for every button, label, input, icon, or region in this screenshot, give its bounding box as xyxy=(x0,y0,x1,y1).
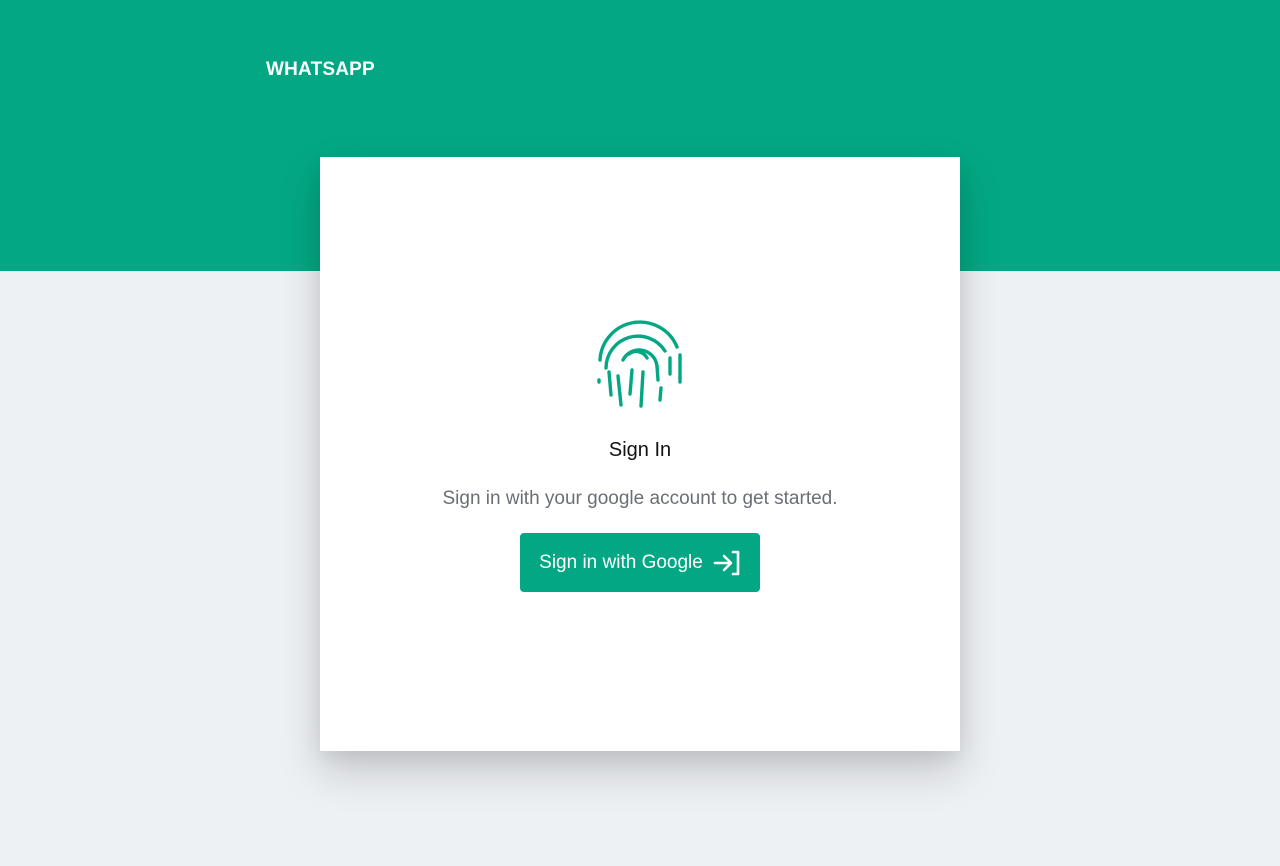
login-page: WHATSAPP Sign In Sign in with your googl… xyxy=(0,0,1280,866)
sign-in-with-google-label: Sign in with Google xyxy=(539,551,703,573)
sign-in-title: Sign In xyxy=(608,439,672,461)
sign-in-subtitle: Sign in with your google account to get … xyxy=(442,488,838,509)
login-arrow-icon xyxy=(713,550,740,575)
sign-in-with-google-button[interactable]: Sign in with Google xyxy=(520,533,760,592)
fingerprint-icon xyxy=(597,320,682,408)
brand-title: WHATSAPP xyxy=(266,59,375,80)
